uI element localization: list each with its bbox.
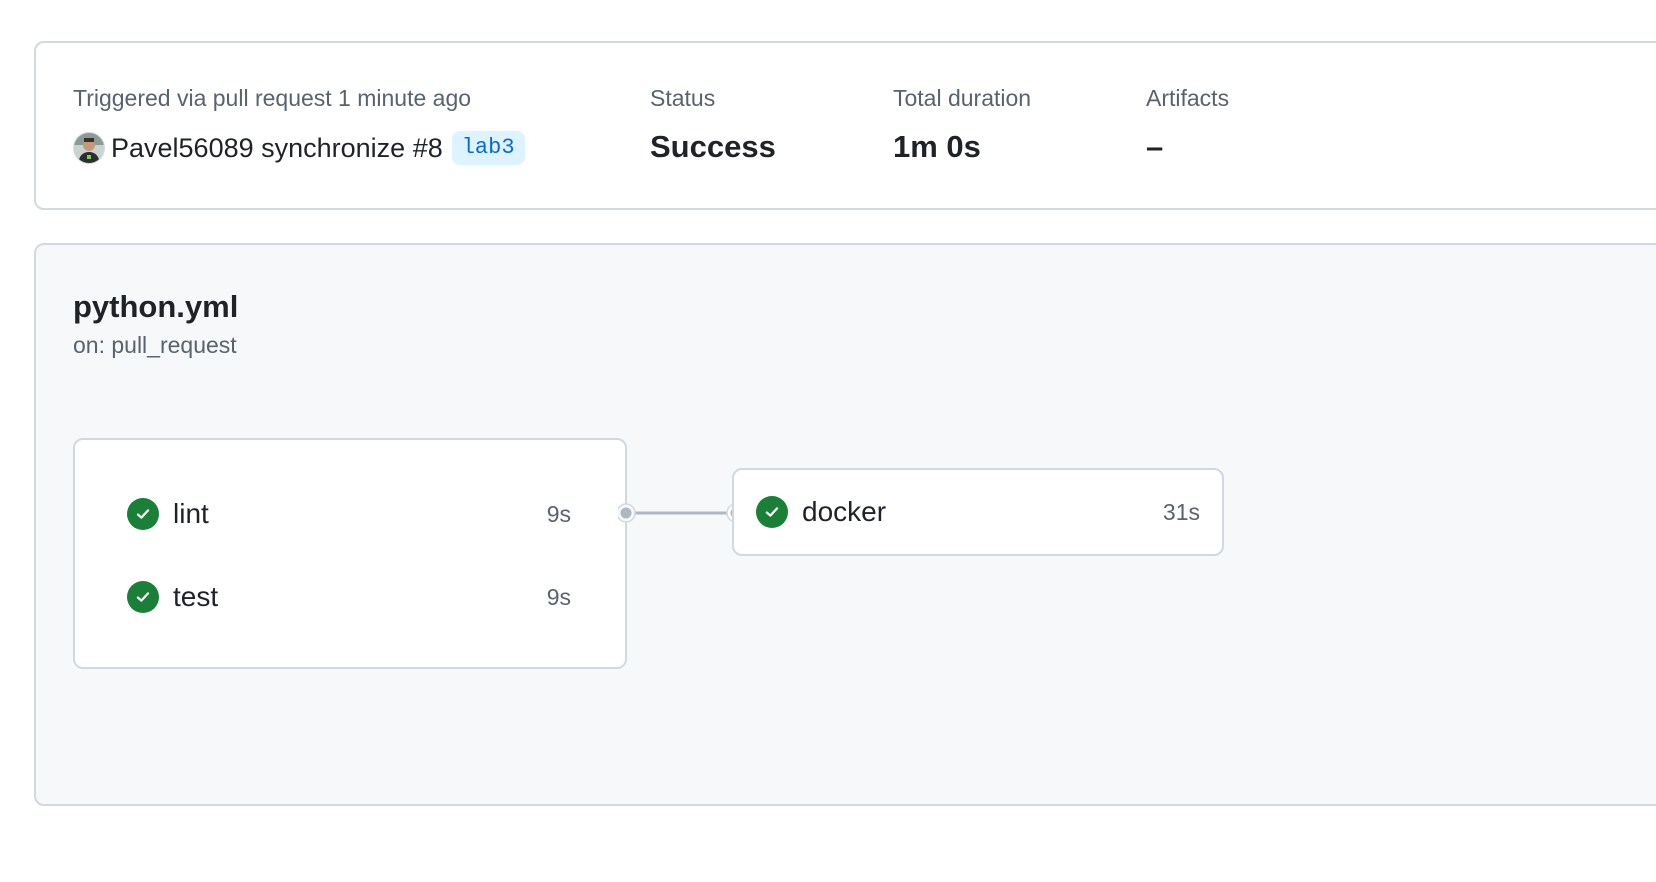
trigger-column: Triggered via pull request 1 minute ago … [73, 85, 525, 165]
duration-label: Total duration [893, 85, 1032, 111]
job-duration: 31s [1162, 499, 1200, 525]
run-summary-card: Triggered via pull request 1 minute ago … [34, 41, 1656, 210]
status-column: Status Success [650, 85, 776, 165]
success-check-icon [127, 581, 159, 613]
workflow-graph-panel: python.yml on: pull_request lint 9s test… [34, 243, 1656, 806]
status-value: Success [650, 129, 776, 164]
job-dependency-connector [618, 503, 744, 523]
artifacts-column: Artifacts – [1146, 85, 1229, 165]
status-label: Status [650, 85, 716, 111]
job-name: test [173, 581, 219, 612]
job-row-lint[interactable]: lint 9s [127, 494, 571, 534]
workflow-trigger: on: pull_request [73, 332, 237, 358]
trigger-details: Pavel56089 synchronize #8 lab3 [73, 131, 525, 165]
actor-link[interactable]: Pavel56089 synchronize #8 [111, 132, 443, 164]
branch-label[interactable]: lab3 [451, 131, 525, 165]
avatar-image-icon [74, 133, 104, 163]
success-check-icon [756, 496, 788, 528]
job-name: lint [173, 498, 209, 529]
job-row-test[interactable]: test 9s [127, 577, 571, 617]
job-card-docker: docker 31s [732, 468, 1224, 556]
avatar[interactable] [73, 132, 105, 164]
artifacts-value: – [1146, 129, 1164, 164]
success-check-icon [127, 498, 159, 530]
job-row-docker[interactable]: docker 31s [756, 492, 1200, 532]
workflow-file-name[interactable]: python.yml [73, 289, 238, 325]
job-name: docker [802, 496, 887, 527]
job-duration: 9s [546, 501, 571, 527]
duration-value: 1m 0s [893, 129, 981, 164]
job-group-card: lint 9s test 9s [73, 438, 627, 669]
job-duration: 9s [546, 584, 571, 610]
duration-column: Total duration 1m 0s [893, 85, 1031, 165]
trigger-label: Triggered via pull request 1 minute ago [73, 85, 472, 111]
artifacts-label: Artifacts [1146, 85, 1230, 111]
